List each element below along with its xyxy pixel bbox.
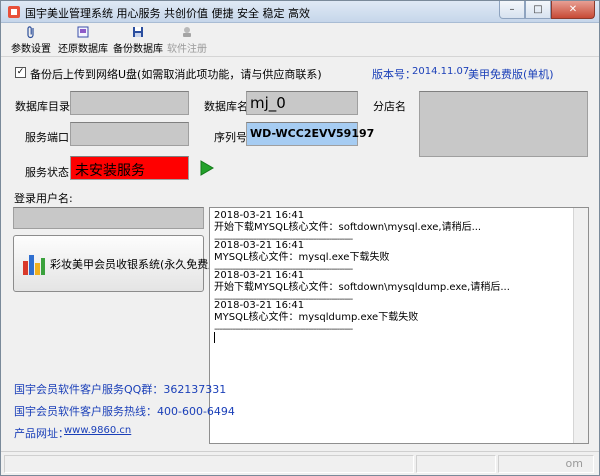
toolbar: 参数设置 还原数据库 备份数据库 软件注册 <box>1 23 599 57</box>
port-label: 服务端口 <box>25 131 69 144</box>
log-message: 开始下载MYSQL核心文件：softdown\mysql.exe,请稍后... <box>214 222 482 233</box>
log-entry: 2018-03-21 16:41 MYSQL核心文件：mysqldump.exe… <box>214 300 418 336</box>
restore-db-label: 还原数据库 <box>58 44 108 55</box>
status-bar: om <box>1 451 599 475</box>
start-service-arrow-icon[interactable] <box>200 160 214 176</box>
port-field[interactable] <box>70 122 189 146</box>
website-label: 产品网址： <box>14 427 69 440</box>
db-name-field[interactable]: mj_0 <box>246 91 358 115</box>
log-message: MYSQL核心文件：mysqldump.exe下载失败 <box>214 312 419 323</box>
app-icon <box>8 6 20 18</box>
status-cell-main <box>4 455 414 473</box>
db-dir-label: 数据库目录 <box>15 100 70 113</box>
edition-label: 美甲免费版(单机) <box>468 68 554 81</box>
register-icon <box>183 27 191 37</box>
status-cell-mid <box>416 455 496 473</box>
backup-upload-checkbox[interactable]: ✓ <box>15 67 26 78</box>
service-status-label: 服务状态 <box>25 166 69 179</box>
hotline-text: 国宇会员软件客户服务热线：400-600-6494 <box>14 405 235 418</box>
serial-value: WD-WCC2EVV59197 <box>250 127 375 140</box>
version-label: 版本号： <box>372 68 416 81</box>
serial-label: 序列号 <box>214 131 247 144</box>
text-cursor <box>214 332 215 343</box>
log-time: 2018-03-21 16:41 <box>214 210 305 221</box>
close-button[interactable]: ✕ <box>551 1 595 19</box>
log-message: 开始下载MYSQL核心文件：softdown\mysqldump.exe,请稍后… <box>214 282 510 293</box>
backup-db-button[interactable]: 备份数据库 <box>111 25 165 55</box>
restore-db-button[interactable]: 还原数据库 <box>56 25 110 55</box>
log-time: 2018-03-21 16:41 <box>214 240 305 251</box>
maximize-button[interactable]: □ <box>525 1 551 19</box>
log-time: 2018-03-21 16:41 <box>214 300 305 311</box>
login-user-label: 登录用户名: <box>14 192 73 205</box>
log-separator: ----------------------------------------… <box>214 324 353 335</box>
save-icon <box>133 27 143 37</box>
bar-chart-icon <box>23 255 45 275</box>
title-bar: 国宇美业管理系统 用心服务 共创价值 便捷 安全 稳定 高效 – □ ✕ <box>1 1 599 23</box>
login-user-field[interactable] <box>13 207 204 229</box>
window-controls: – □ ✕ <box>499 1 595 19</box>
db-name-label: 数据库名 <box>204 100 248 113</box>
db-dir-field[interactable] <box>70 91 189 115</box>
branch-name-field[interactable] <box>419 91 588 157</box>
status-cell-right: om <box>498 455 594 473</box>
register-button[interactable]: 软件注册 <box>165 25 209 55</box>
settings-button[interactable]: 参数设置 <box>9 25 53 55</box>
log-message: MYSQL核心文件：mysql.exe下载失败 <box>214 252 390 263</box>
window-title: 国宇美业管理系统 用心服务 共创价值 便捷 安全 稳定 高效 <box>25 7 310 20</box>
paperclip-icon <box>27 26 34 39</box>
restore-icon <box>77 26 89 38</box>
serial-field[interactable]: WD-WCC2EVV59197 <box>246 122 374 146</box>
website-link[interactable]: www.9860.cn <box>64 425 131 436</box>
settings-label: 参数设置 <box>11 44 51 55</box>
db-name-value: mj_0 <box>250 94 286 112</box>
branch-name-label: 分店名 <box>373 100 406 113</box>
log-scrollbar[interactable] <box>573 208 588 443</box>
service-status-field: 未安装服务 <box>70 156 189 180</box>
log-panel[interactable]: 2018-03-21 16:41 开始下载MYSQL核心文件：softdown\… <box>209 207 589 444</box>
status-right-text: om <box>565 457 583 470</box>
register-label: 软件注册 <box>167 44 207 55</box>
minimize-button[interactable]: – <box>499 1 525 19</box>
backup-upload-label: 备份后上传到网络U盘(如需取消此项功能，请与供应商联系) <box>30 68 322 81</box>
log-time: 2018-03-21 16:41 <box>214 270 305 281</box>
service-status-value: 未安装服务 <box>75 163 145 179</box>
qq-group-text: 国宇会员软件客户服务QQ群：362137331 <box>14 383 227 396</box>
version-value: 2014.11.07 <box>412 66 470 77</box>
backup-db-label: 备份数据库 <box>113 44 163 55</box>
main-window: 国宇美业管理系统 用心服务 共创价值 便捷 安全 稳定 高效 – □ ✕ 参数设… <box>0 0 600 476</box>
launch-system-label: 彩妆美甲会员收银系统(永久免费版) <box>50 258 224 271</box>
launch-system-button[interactable]: 彩妆美甲会员收银系统(永久免费版) <box>13 235 224 292</box>
